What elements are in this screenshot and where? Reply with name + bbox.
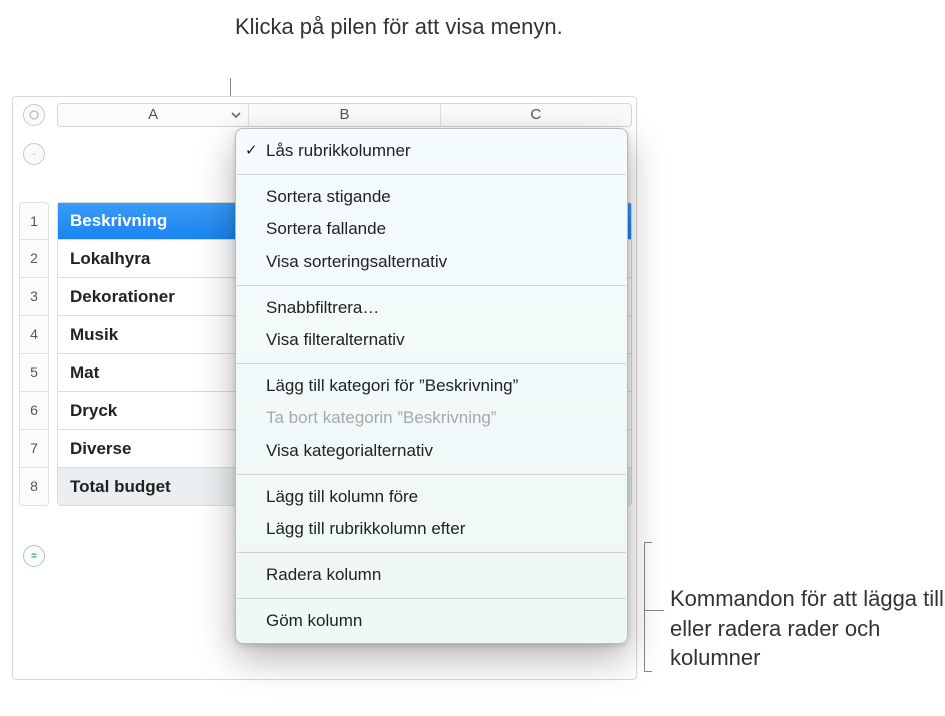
menu-item-label: Ta bort kategorin ”Beskrivning” — [266, 408, 497, 427]
menu-item-sort-descending[interactable]: Sortera fallande — [236, 213, 627, 246]
menu-item-remove-category: Ta bort kategorin ”Beskrivning” — [236, 402, 627, 435]
menu-item-label: Visa kategorialternativ — [266, 441, 433, 460]
table-cell[interactable]: Musik — [58, 325, 130, 345]
callout-bracket-right — [644, 542, 645, 672]
column-menu-arrow[interactable] — [230, 109, 242, 121]
row-handle-top[interactable]: · — [23, 143, 45, 165]
menu-item-label: Göm kolumn — [266, 611, 362, 630]
callout-top: Klicka på pilen för att visa menyn. — [235, 12, 563, 42]
add-row-button[interactable]: = — [23, 545, 45, 567]
table-cell[interactable]: Dekorationer — [58, 287, 187, 307]
menu-item-add-category-for[interactable]: Lägg till kategori för ”Beskrivning” — [236, 370, 627, 403]
row-header-bar: 1 2 3 4 5 6 7 8 — [19, 202, 49, 506]
menu-item-label: Lägg till kolumn före — [266, 487, 418, 506]
table-cell[interactable]: Diverse — [58, 439, 143, 459]
column-header-label: A — [148, 106, 158, 123]
row-header[interactable]: 7 — [19, 430, 49, 468]
callout-connector-right — [644, 610, 664, 611]
column-header-label: C — [530, 106, 541, 123]
menu-separator — [237, 552, 626, 553]
row-header[interactable]: 5 — [19, 354, 49, 392]
equals-icon: = — [31, 551, 37, 562]
menu-item-hide-column[interactable]: Göm kolumn — [236, 605, 627, 638]
menu-item-show-sort-options[interactable]: Visa sorteringsalternativ — [236, 246, 627, 279]
menu-item-label: Sortera stigande — [266, 187, 391, 206]
table-cell[interactable]: Mat — [58, 363, 111, 383]
menu-item-label: Visa filteralternativ — [266, 330, 405, 349]
column-header-b[interactable]: B — [249, 104, 440, 126]
row-header[interactable]: 2 — [19, 240, 49, 278]
menu-separator — [237, 598, 626, 599]
table-cell[interactable]: Total budget — [58, 477, 183, 497]
menu-item-label: Snabbfiltrera… — [266, 298, 379, 317]
menu-item-label: Sortera fallande — [266, 219, 386, 238]
column-header-c[interactable]: C — [441, 104, 631, 126]
row-header[interactable]: 8 — [19, 468, 49, 506]
menu-item-label: Lås rubrikkolumner — [266, 141, 411, 160]
select-all-handle[interactable] — [23, 104, 45, 126]
row-header[interactable]: 3 — [19, 278, 49, 316]
column-header-a[interactable]: A — [58, 104, 249, 126]
menu-item-lock-header-columns[interactable]: ✓ Lås rubrikkolumner — [236, 135, 627, 168]
column-context-menu: ✓ Lås rubrikkolumner Sortera stigande So… — [235, 128, 628, 644]
menu-item-label: Visa sorteringsalternativ — [266, 252, 447, 271]
table-cell[interactable]: Dryck — [58, 401, 129, 421]
menu-separator — [237, 285, 626, 286]
table-cell[interactable]: Lokalhyra — [58, 249, 162, 269]
row-header[interactable]: 6 — [19, 392, 49, 430]
column-header-bar: A B C — [57, 103, 632, 127]
handle-dot-icon: · — [32, 149, 35, 160]
menu-item-show-category-options[interactable]: Visa kategorialternativ — [236, 435, 627, 468]
menu-separator — [237, 174, 626, 175]
menu-separator — [237, 474, 626, 475]
row-header[interactable]: 4 — [19, 316, 49, 354]
chevron-down-icon — [230, 109, 242, 121]
menu-item-label: Lägg till kategori för ”Beskrivning” — [266, 376, 518, 395]
menu-separator — [237, 363, 626, 364]
menu-item-label: Lägg till rubrikkolumn efter — [266, 519, 465, 538]
callout-right: Kommandon för att lägga till eller rader… — [670, 584, 945, 673]
row-header[interactable]: 1 — [19, 202, 49, 240]
menu-item-label: Radera kolumn — [266, 565, 381, 584]
checkmark-icon: ✓ — [245, 140, 258, 162]
menu-item-delete-column[interactable]: Radera kolumn — [236, 559, 627, 592]
menu-item-add-column-before[interactable]: Lägg till kolumn före — [236, 481, 627, 514]
menu-item-quick-filter[interactable]: Snabbfiltrera… — [236, 292, 627, 325]
menu-item-add-header-column-after[interactable]: Lägg till rubrikkolumn efter — [236, 513, 627, 546]
menu-item-show-filter-options[interactable]: Visa filteralternativ — [236, 324, 627, 357]
menu-item-sort-ascending[interactable]: Sortera stigande — [236, 181, 627, 214]
column-header-label: B — [339, 106, 349, 123]
table-cell[interactable]: Beskrivning — [58, 211, 179, 231]
